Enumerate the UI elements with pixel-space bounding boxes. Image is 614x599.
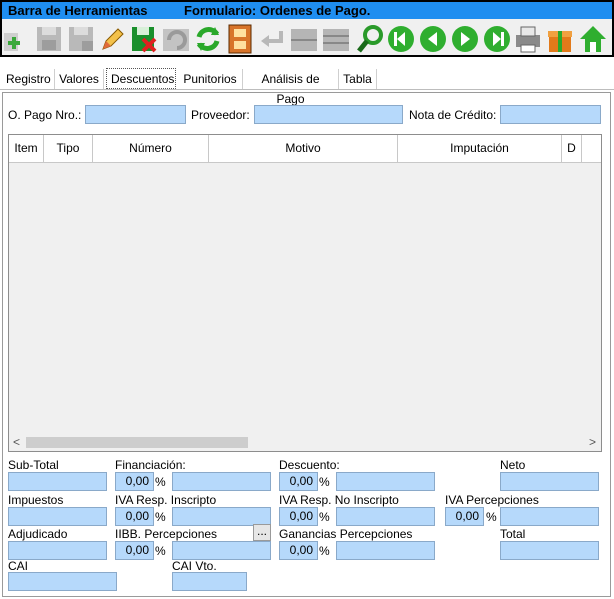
previous-record-icon[interactable] (418, 23, 448, 55)
proveedor-label: Proveedor: (191, 108, 250, 122)
iva-ri-percent-field[interactable]: 0,00 (115, 507, 154, 526)
impuestos-field[interactable] (8, 507, 107, 526)
tab-underline (0, 89, 614, 90)
column-motivo[interactable]: Motivo (209, 135, 398, 162)
search-icon[interactable] (356, 23, 386, 55)
column-item[interactable]: Item (9, 135, 44, 162)
nota-credito-field[interactable] (500, 105, 601, 124)
iva-rni-label: IVA Resp. No Inscripto (279, 493, 399, 507)
return-icon[interactable] (257, 23, 287, 55)
ganancias-label: Ganancias Percepciones (279, 527, 413, 541)
refresh-icon[interactable] (193, 23, 223, 55)
iva-percepciones-field[interactable] (500, 507, 599, 526)
edit-pencil-icon[interactable] (97, 23, 127, 55)
grid-header: Item Tipo Número Motivo Imputación D (9, 135, 601, 163)
save-as-icon[interactable] (66, 23, 96, 55)
table-icon[interactable] (321, 23, 351, 55)
ganancias-percent-symbol: % (319, 544, 330, 558)
tab-analisis-de-pago[interactable]: Análisis de Pago (243, 69, 339, 106)
horizontal-scrollbar[interactable]: < > (9, 434, 601, 451)
nota-credito-label: Nota de Crédito: (409, 108, 497, 122)
undo-icon[interactable] (161, 23, 191, 55)
home-exit-icon[interactable] (578, 23, 608, 55)
adjudicado-label: Adjudicado (8, 527, 68, 541)
first-record-icon[interactable] (386, 23, 416, 55)
iva-ri-percent-symbol: % (155, 510, 166, 524)
descuento-percent-field[interactable]: 0,00 (279, 472, 318, 491)
financiacion-percent-symbol: % (155, 475, 166, 489)
last-record-icon[interactable] (482, 23, 512, 55)
iibb-browse-button[interactable]: ... (253, 524, 271, 541)
iibb-label: IIBB. Percepciones (115, 527, 218, 541)
cai-vto-field[interactable] (172, 572, 247, 591)
iva-rni-field[interactable] (336, 507, 435, 526)
toolbar-title: Barra de Herramientas (8, 3, 148, 18)
iibb-field[interactable] (172, 541, 271, 560)
film-icon[interactable] (225, 23, 255, 55)
iva-rni-percent-field[interactable]: 0,00 (279, 507, 318, 526)
total-label: Total (500, 527, 526, 541)
descuentos-grid[interactable]: Item Tipo Número Motivo Imputación D < > (8, 134, 602, 452)
save-icon[interactable] (34, 23, 64, 55)
scroll-right-icon[interactable]: > (589, 435, 596, 449)
tab-valores[interactable]: Valores (55, 69, 104, 89)
cai-vto-label: CAI Vto. (172, 559, 217, 573)
adjudicado-field[interactable] (8, 541, 107, 560)
column-numero[interactable]: Número (93, 135, 209, 162)
descuento-percent-symbol: % (319, 475, 330, 489)
subtotal-label: Sub-Total (8, 458, 59, 472)
gift-icon[interactable] (545, 23, 575, 55)
scroll-left-icon[interactable]: < (13, 435, 20, 449)
print-icon[interactable] (513, 23, 543, 55)
ganancias-field[interactable] (336, 541, 435, 560)
column-imputacion[interactable]: Imputación (398, 135, 562, 162)
form-title: Formulario: Ordenes de Pago. (184, 3, 371, 18)
tab-descuentos[interactable]: Descuentos (106, 68, 176, 89)
column-d[interactable]: D (562, 135, 582, 162)
subtotal-field[interactable] (8, 472, 107, 491)
financiacion-label: Financiación: (115, 458, 186, 472)
total-field[interactable] (500, 541, 599, 560)
iibb-percent-symbol: % (155, 544, 166, 558)
neto-field[interactable] (500, 472, 599, 491)
impuestos-label: Impuestos (8, 493, 64, 507)
pago-label: O. Pago Nro.: (8, 108, 82, 122)
descuento-field[interactable] (336, 472, 435, 491)
iva-percepciones-label: IVA Percepciones (445, 493, 539, 507)
neto-label: Neto (500, 458, 526, 472)
add-icon[interactable] (2, 23, 32, 55)
iibb-percent-field[interactable]: 0,00 (115, 541, 154, 560)
tab-tabla[interactable]: Tabla (339, 69, 377, 89)
iva-percepciones-percent-field[interactable]: 0,00 (445, 507, 484, 526)
toolbar: Barra de Herramientas Formulario: Ordene… (0, 0, 614, 57)
pago-number-field[interactable] (85, 105, 186, 124)
next-record-icon[interactable] (450, 23, 480, 55)
proveedor-field[interactable] (254, 105, 403, 124)
iva-ri-label: IVA Resp. Inscripto (115, 493, 217, 507)
toolbar-titlebar: Barra de Herramientas Formulario: Ordene… (2, 2, 612, 19)
delete-record-icon[interactable] (129, 23, 159, 55)
cai-field[interactable] (8, 572, 117, 591)
scroll-thumb[interactable] (26, 437, 248, 448)
iva-rni-percent-symbol: % (319, 510, 330, 524)
cai-label: CAI (8, 559, 29, 573)
financiacion-percent-field[interactable]: 0,00 (115, 472, 154, 491)
descuento-label: Descuento: (279, 458, 340, 472)
financiacion-field[interactable] (172, 472, 271, 491)
tab-punitorios[interactable]: Punitorios (178, 69, 243, 89)
column-tipo[interactable]: Tipo (44, 135, 93, 162)
ganancias-percent-field[interactable]: 0,00 (279, 541, 318, 560)
tab-registro[interactable]: Registro (2, 69, 55, 89)
grid-icon[interactable] (289, 23, 319, 55)
iva-percepciones-percent-symbol: % (486, 510, 497, 524)
